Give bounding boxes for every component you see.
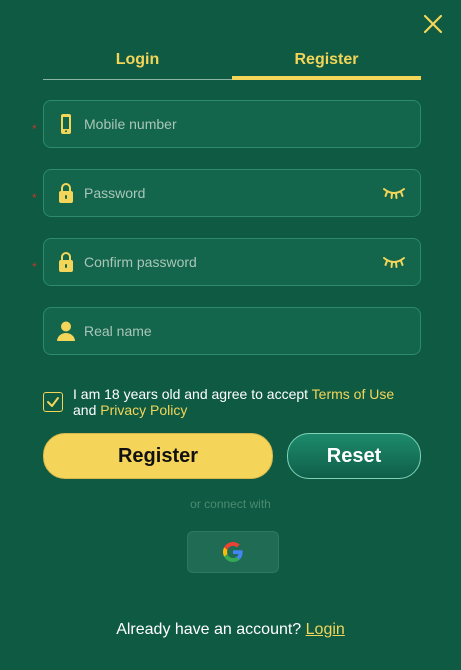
register-button[interactable]: Register <box>43 433 273 479</box>
google-icon <box>223 542 243 562</box>
real-name-field[interactable] <box>43 307 421 355</box>
eye-closed-icon[interactable] <box>382 254 406 270</box>
required-marker: * <box>32 191 37 205</box>
tab-login[interactable]: Login <box>43 49 232 80</box>
login-link[interactable]: Login <box>306 621 345 638</box>
password-input[interactable] <box>84 170 374 216</box>
mobile-field[interactable] <box>43 100 421 148</box>
real-name-input[interactable] <box>84 308 374 354</box>
user-icon <box>57 321 75 341</box>
agreement-text: I am 18 years old and agree to accept Te… <box>73 386 413 418</box>
google-login-button[interactable] <box>187 531 279 573</box>
lock-icon <box>59 183 73 203</box>
reset-button[interactable]: Reset <box>287 433 421 479</box>
tab-register[interactable]: Register <box>232 49 421 80</box>
privacy-link[interactable]: Privacy Policy <box>100 402 187 418</box>
connect-label: or connect with <box>190 497 271 511</box>
phone-icon <box>61 114 71 134</box>
confirm-password-field[interactable] <box>43 238 421 286</box>
lock-icon <box>59 252 73 272</box>
required-marker: * <box>32 122 37 136</box>
checkmark-icon <box>47 397 59 407</box>
mobile-input[interactable] <box>84 101 374 147</box>
terms-link[interactable]: Terms of Use <box>312 386 394 402</box>
footer: Already have an account? Login <box>0 621 461 639</box>
footer-text: Already have an account? <box>116 621 306 638</box>
confirm-password-input[interactable] <box>84 239 374 285</box>
auth-tabs: Login Register <box>43 49 421 80</box>
required-marker: * <box>32 260 37 274</box>
agreement-prefix: I am 18 years old and agree to accept <box>73 386 312 402</box>
eye-closed-icon[interactable] <box>382 185 406 201</box>
close-icon <box>423 14 443 34</box>
password-field[interactable] <box>43 169 421 217</box>
agree-checkbox[interactable] <box>43 392 63 412</box>
close-button[interactable] <box>422 13 444 35</box>
agreement-and: and <box>73 402 101 418</box>
